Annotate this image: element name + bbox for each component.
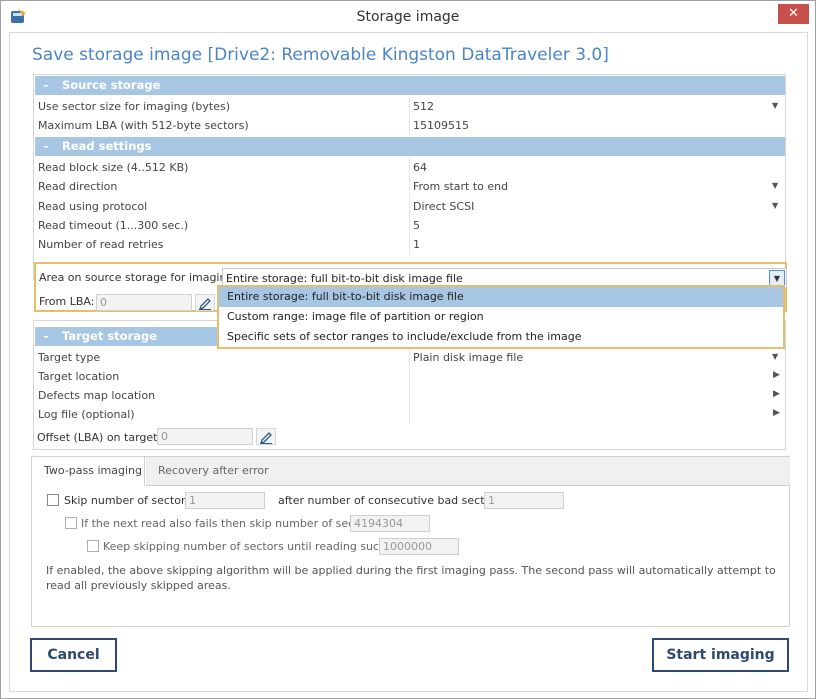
area-dropdown-list: Entire storage: full bit-to-bit disk ima…: [217, 285, 785, 349]
skip-sectors-input[interactable]: 1: [185, 492, 265, 509]
column-divider: [409, 197, 410, 216]
close-icon: ✕: [788, 6, 799, 21]
column-divider: [409, 177, 410, 196]
page-title: Save storage image [Drive2: Removable Ki…: [32, 45, 609, 65]
column-divider: [409, 97, 410, 116]
window-title: Storage image: [356, 9, 460, 25]
column-divider: [409, 367, 410, 386]
section-title: Read settings: [62, 139, 152, 153]
next-read-fails-label: If the next read also fails then skip nu…: [81, 517, 380, 530]
option-specific-sets[interactable]: Specific sets of sector ranges to includ…: [219, 327, 783, 347]
row-value: From start to end: [413, 180, 509, 193]
offset-label: Offset (LBA) on target:: [37, 431, 162, 444]
title-bar: Storage image ✕: [1, 1, 815, 32]
pencil-icon: [259, 432, 272, 445]
skip-sectors-checkbox[interactable]: [47, 494, 59, 506]
row-label: Read block size (4..512 KB): [38, 161, 189, 174]
storage-image-window: Storage image ✕ Save storage image [Driv…: [0, 0, 816, 699]
row-value: 1: [413, 238, 420, 251]
row-value: Direct SCSI: [413, 200, 475, 213]
row-read-timeout[interactable]: Read timeout (1...300 sec.) 5: [35, 216, 785, 235]
row-label: Defects map location: [38, 389, 156, 402]
triangle-right-icon[interactable]: ▶: [773, 408, 780, 418]
triangle-right-icon[interactable]: ▶: [773, 389, 780, 399]
row-value: 15109515: [413, 119, 469, 132]
area-label: Area on source storage for imaging:: [39, 271, 238, 284]
tab-two-pass-imaging[interactable]: Two-pass imaging: [32, 457, 145, 486]
row-target-type[interactable]: Target type Plain disk image file ▼: [35, 348, 785, 367]
column-divider: [409, 116, 410, 135]
row-defects-map[interactable]: Defects map location ▶: [35, 386, 785, 405]
triangle-right-icon[interactable]: ▶: [773, 370, 780, 380]
row-value: 5: [413, 219, 420, 232]
section-source-storage[interactable]: – Source storage: [35, 76, 785, 95]
row-label: Maximum LBA (with 512-byte sectors): [38, 119, 249, 132]
cancel-button[interactable]: Cancel: [30, 638, 117, 672]
section-title: Target storage: [62, 329, 158, 343]
row-value: 64: [413, 161, 427, 174]
row-label: Target location: [38, 370, 120, 383]
row-read-retries[interactable]: Number of read retries 1: [35, 235, 785, 254]
triangle-down-icon[interactable]: ▼: [772, 201, 778, 210]
from-lba-label: From LBA:: [39, 295, 95, 308]
collapse-icon: –: [43, 78, 49, 92]
column-divider: [409, 216, 410, 235]
column-divider: [409, 405, 410, 424]
two-pass-note: If enabled, the above skipping algorithm…: [46, 564, 776, 592]
triangle-down-icon[interactable]: ▼: [769, 270, 785, 286]
row-read-block-size[interactable]: Read block size (4..512 KB) 64: [35, 158, 785, 177]
row-label: Log file (optional): [38, 408, 135, 421]
row-label: Read using protocol: [38, 200, 148, 213]
triangle-down-icon[interactable]: ▼: [772, 181, 778, 190]
option-custom-range[interactable]: Custom range: image file of partition or…: [219, 307, 783, 327]
column-divider: [409, 158, 410, 177]
keep-skipping-input[interactable]: 1000000: [379, 538, 459, 555]
pencil-icon: [198, 298, 211, 311]
row-target-location[interactable]: Target location ▶: [35, 367, 785, 386]
row-value: Plain disk image file: [413, 351, 524, 364]
collapse-icon: –: [43, 329, 49, 343]
section-read-settings[interactable]: – Read settings: [35, 137, 785, 156]
keep-skipping-label: Keep skipping number of sectors until re…: [103, 540, 416, 553]
bad-sectors-input[interactable]: 1: [484, 492, 564, 509]
tab-recovery-after-error[interactable]: Recovery after error: [146, 457, 790, 486]
offset-input[interactable]: 0: [157, 428, 253, 445]
triangle-down-icon[interactable]: ▼: [772, 101, 778, 110]
row-label: Use sector size for imaging (bytes): [38, 100, 230, 113]
row-maximum-lba: Maximum LBA (with 512-byte sectors) 1510…: [35, 116, 785, 135]
row-sector-size[interactable]: Use sector size for imaging (bytes) 512 …: [35, 97, 785, 116]
row-label: Target type: [38, 351, 101, 364]
row-label: Number of read retries: [38, 238, 164, 251]
collapse-icon: –: [43, 139, 49, 153]
row-read-direction[interactable]: Read direction From start to end ▼: [35, 177, 785, 196]
row-label: Read direction: [38, 180, 118, 193]
triangle-down-icon[interactable]: ▼: [772, 352, 778, 361]
row-label: Read timeout (1...300 sec.): [38, 219, 189, 232]
close-button[interactable]: ✕: [778, 4, 809, 24]
area-selected-value: Entire storage: full bit-to-bit disk ima…: [226, 272, 463, 285]
edit-offset-button[interactable]: [256, 428, 276, 445]
section-title: Source storage: [62, 78, 161, 92]
bad-sectors-label: after number of consecutive bad sectors:: [278, 494, 506, 507]
skip-sectors-label: Skip number of sectors:: [64, 494, 195, 507]
column-divider: [409, 386, 410, 405]
row-log-file[interactable]: Log file (optional) ▶: [35, 405, 785, 424]
from-lba-input[interactable]: 0: [96, 294, 192, 311]
dialog-body: Save storage image [Drive2: Removable Ki…: [9, 32, 808, 692]
imaging-tabs-panel: Two-pass imaging Recovery after error Sk…: [31, 456, 790, 627]
keep-skipping-checkbox[interactable]: [87, 540, 99, 552]
column-divider: [409, 348, 410, 367]
edit-from-lba-button[interactable]: [195, 294, 215, 311]
property-grid-source: – Source storage Use sector size for ima…: [33, 74, 786, 280]
row-value: 512: [413, 100, 434, 113]
row-read-protocol[interactable]: Read using protocol Direct SCSI ▼: [35, 197, 785, 216]
option-entire-storage[interactable]: Entire storage: full bit-to-bit disk ima…: [219, 287, 783, 307]
start-imaging-button[interactable]: Start imaging: [652, 638, 789, 672]
next-read-fails-checkbox[interactable]: [65, 517, 77, 529]
next-skip-input[interactable]: 4194304: [350, 515, 430, 532]
column-divider: [409, 235, 410, 254]
